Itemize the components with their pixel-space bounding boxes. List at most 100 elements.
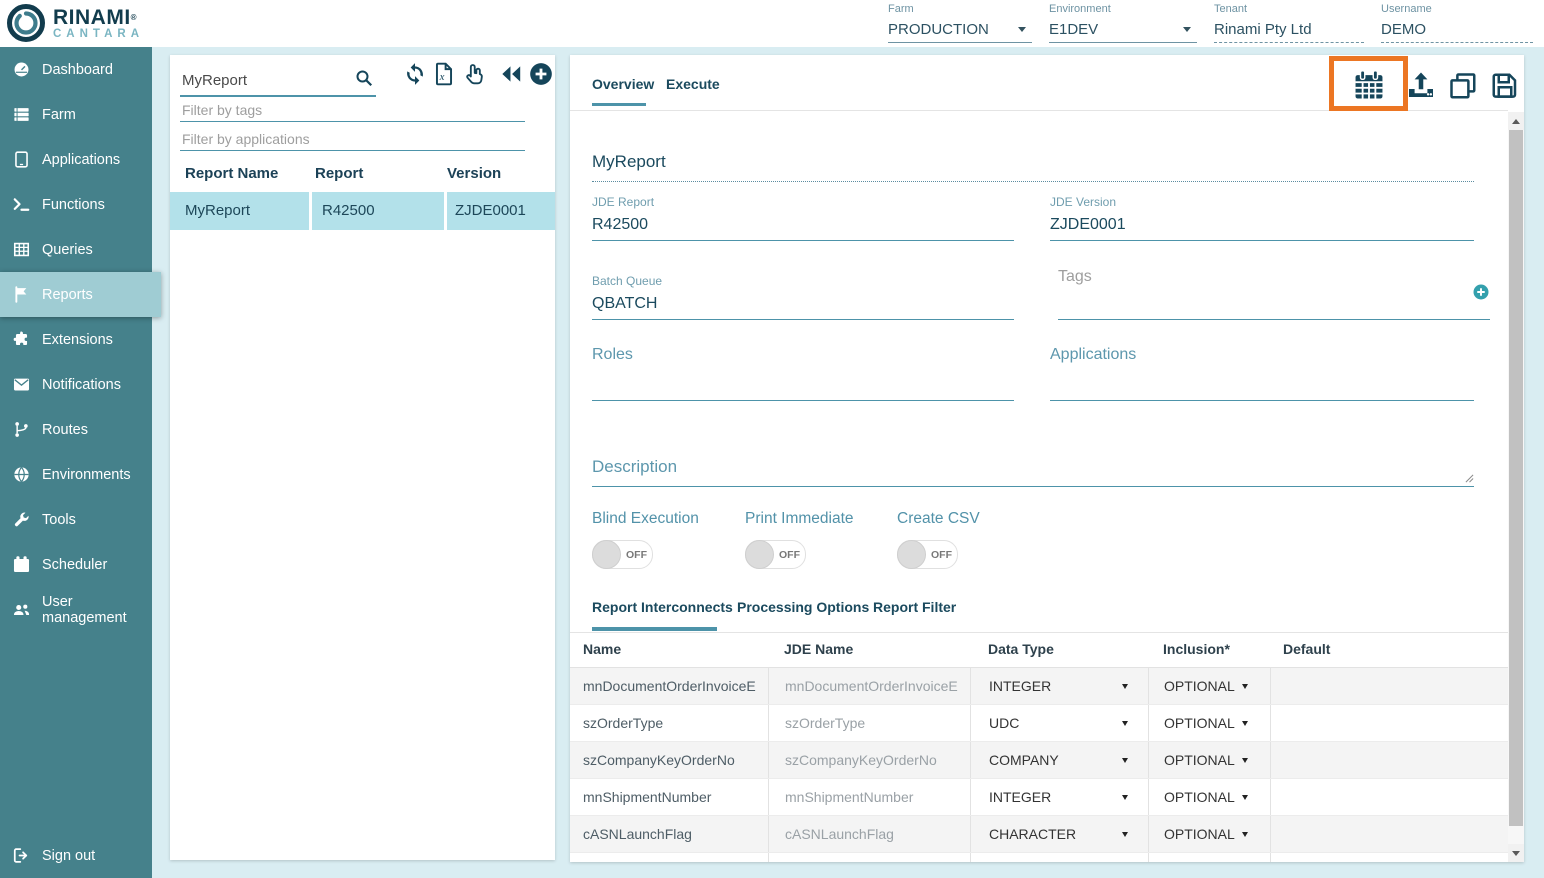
table-row: mnDocumentOrderInvoiceEmnDocumentOrderIn… xyxy=(570,668,1508,705)
toggle-label: Create CSV xyxy=(897,510,980,528)
roles-field[interactable]: Roles xyxy=(592,346,1014,401)
report-search-input[interactable] xyxy=(180,71,344,90)
farm-value[interactable]: PRODUCTION xyxy=(888,18,1032,43)
scroll-down-button[interactable] xyxy=(1508,844,1524,862)
active-subtab-indicator xyxy=(592,627,717,631)
upload-icon xyxy=(1405,69,1437,101)
sidebar-item-sign-out[interactable]: Sign out xyxy=(0,833,152,878)
search-icon xyxy=(354,68,374,88)
default-cell[interactable] xyxy=(1270,742,1508,778)
list-column-header: Report xyxy=(315,165,363,182)
subtab-report-filter[interactable]: Report Filter xyxy=(873,599,956,615)
sidebar-item-queries[interactable]: Queries xyxy=(0,227,152,272)
refresh-button[interactable] xyxy=(402,61,428,87)
dropdown-caret-icon xyxy=(1242,684,1248,689)
scroll-up-button[interactable] xyxy=(1508,112,1524,130)
description-field[interactable]: Description xyxy=(592,457,1474,487)
header-field-farm: FarmPRODUCTION xyxy=(888,3,1032,43)
environment-value[interactable]: E1DEV xyxy=(1049,18,1197,43)
inclusion-select[interactable]: OPTIONAL xyxy=(1148,816,1270,852)
data-type-select[interactable]: STRING xyxy=(970,853,1148,862)
inclusion-select[interactable]: OPTIONAL xyxy=(1148,705,1270,741)
value-text: DEMO xyxy=(1381,21,1426,38)
filter-tags-input[interactable] xyxy=(180,101,514,119)
default-cell[interactable] xyxy=(1270,779,1508,815)
export-excel-button[interactable] xyxy=(431,61,457,87)
sidebar-item-functions[interactable]: Functions xyxy=(0,182,152,227)
table-row: cASNLaunchFlagcASNLaunchFlagCHARACTEROPT… xyxy=(570,816,1508,853)
default-cell[interactable] xyxy=(1270,668,1508,704)
inclusion-select[interactable]: OPTIONAL xyxy=(1148,668,1270,704)
username-value: DEMO xyxy=(1381,18,1533,43)
sidebar-item-label: Routes xyxy=(42,422,88,438)
inclusion-select[interactable]: OPTIONAL xyxy=(1148,779,1270,815)
subtab-report-interconnects[interactable]: Report Interconnects xyxy=(592,599,733,615)
top-header: RINAMI® CANTARA FarmPRODUCTIONEnvironmen… xyxy=(0,0,1544,47)
toggle-group-blind-execution: Blind ExecutionOFF xyxy=(592,510,699,569)
applications-field[interactable]: Applications xyxy=(1050,346,1474,401)
sidebar-item-farm[interactable]: Farm xyxy=(0,92,152,137)
tags-field[interactable]: Tags xyxy=(1058,268,1490,320)
report-name-field[interactable]: MyReport xyxy=(592,143,1474,182)
jde-version-input[interactable]: ZJDE0001 xyxy=(1050,216,1474,241)
logo-text: RINAMI® CANTARA xyxy=(53,7,144,40)
sidebar-item-notifications[interactable]: Notifications xyxy=(0,362,152,407)
sidebar-item-tools[interactable]: Tools xyxy=(0,497,152,542)
scrollbar-thumb[interactable] xyxy=(1509,130,1523,826)
table-column-header: Default xyxy=(1283,641,1330,657)
sidebar-item-dashboard[interactable]: Dashboard xyxy=(0,47,152,92)
add-button[interactable] xyxy=(528,61,554,87)
sidebar-item-applications[interactable]: Applications xyxy=(0,137,152,182)
jde-report-input[interactable]: R42500 xyxy=(592,216,1014,241)
tab-execute[interactable]: Execute xyxy=(666,76,720,92)
upload-button[interactable] xyxy=(1405,69,1437,101)
resize-handle-icon[interactable] xyxy=(1465,474,1474,483)
logo-icon xyxy=(6,3,46,43)
save-button[interactable] xyxy=(1490,71,1520,101)
sidebar-item-user-management[interactable]: User management xyxy=(0,587,152,632)
sidebar-item-extensions[interactable]: Extensions xyxy=(0,317,152,362)
batch-queue-input[interactable]: QBATCH xyxy=(592,295,1014,320)
filter-applications-input[interactable] xyxy=(180,130,514,148)
tab-overview[interactable]: Overview xyxy=(592,76,654,92)
export-excel-icon xyxy=(431,61,457,87)
jde-name-cell: cASNLaunchFlag xyxy=(768,816,970,852)
inclusion-select[interactable]: OPTIONAL xyxy=(1148,853,1270,862)
jde-name-cell: mnShipmentNumber xyxy=(768,779,970,815)
sidebar-item-label: Sign out xyxy=(42,848,95,864)
app-logo[interactable]: RINAMI® CANTARA xyxy=(6,3,144,43)
copy-button[interactable] xyxy=(1448,71,1478,101)
sidebar-item-routes[interactable]: Routes xyxy=(0,407,152,452)
sidebar-nav: DashboardFarmApplicationsFunctionsQuerie… xyxy=(0,47,152,878)
schedule-calendar-button[interactable] xyxy=(1352,68,1386,102)
default-cell[interactable] xyxy=(1270,853,1508,862)
default-cell[interactable] xyxy=(1270,705,1508,741)
field-label: Applications xyxy=(1050,346,1136,363)
value-text: E1DEV xyxy=(1049,21,1098,38)
interconnects-table: NameJDE NameData TypeInclusion*Default m… xyxy=(570,632,1508,862)
sidebar-item-reports[interactable]: Reports xyxy=(0,272,161,317)
collapse-button[interactable] xyxy=(498,61,524,87)
refresh-icon xyxy=(402,61,428,87)
tools-icon xyxy=(12,510,31,529)
sidebar-item-scheduler[interactable]: Scheduler xyxy=(0,542,152,587)
toggle-state: OFF xyxy=(779,549,800,561)
toggle-blind-execution[interactable]: OFF xyxy=(592,540,653,569)
default-cell[interactable] xyxy=(1270,816,1508,852)
jde-version-field: JDE Version ZJDE0001 xyxy=(1050,195,1474,241)
filter-tags-field xyxy=(180,101,525,122)
logo-secondary: CANTARA xyxy=(53,28,144,40)
sidebar-item-environments[interactable]: Environments xyxy=(0,452,152,497)
subtab-processing-options[interactable]: Processing Options xyxy=(737,599,869,615)
name-cell: szOrderType xyxy=(570,705,768,741)
table-row[interactable]: MyReportR42500ZJDE0001 xyxy=(170,192,555,230)
inclusion-select[interactable]: OPTIONAL xyxy=(1148,742,1270,778)
table-column-header: Data Type xyxy=(988,641,1054,657)
sidebar-item-label: User management xyxy=(42,594,152,626)
list-column-header: Report Name xyxy=(185,165,278,182)
vertical-scrollbar[interactable] xyxy=(1508,112,1524,862)
toggle-print-immediate[interactable]: OFF xyxy=(745,540,806,569)
hand-pointer-button[interactable] xyxy=(460,61,486,87)
add-tag-icon[interactable] xyxy=(1472,283,1490,301)
toggle-create-csv[interactable]: OFF xyxy=(897,540,958,569)
